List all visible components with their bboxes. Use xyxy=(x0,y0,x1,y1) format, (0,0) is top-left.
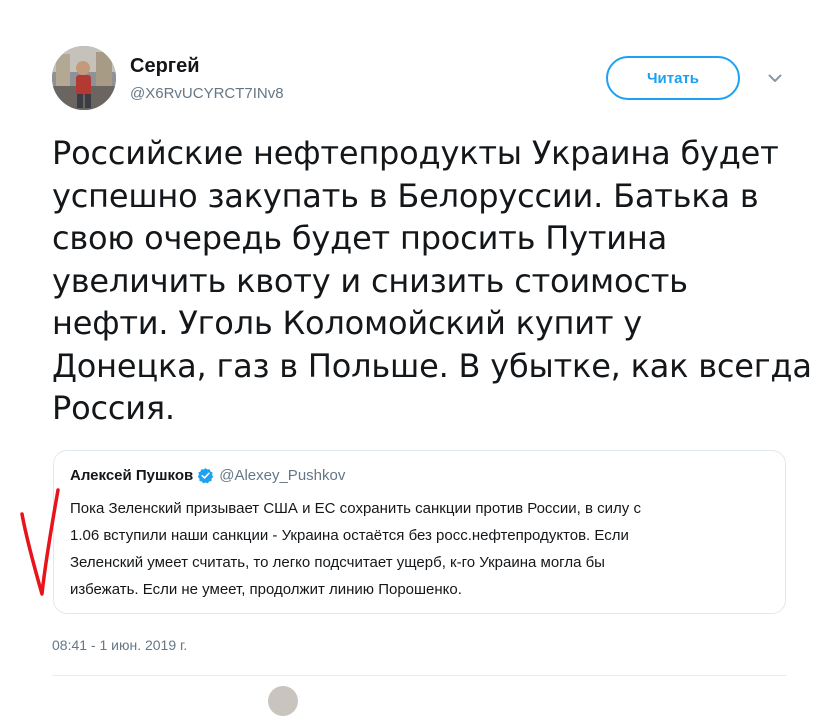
verified-badge-icon xyxy=(197,467,214,484)
reply-avatar[interactable] xyxy=(268,686,298,716)
author-name[interactable]: Сергей xyxy=(130,55,200,78)
tweet-text-line: нефти. Уголь Коломойский купит у xyxy=(52,304,642,342)
follow-button[interactable]: Читать xyxy=(606,56,740,100)
tweet-text-line: успешно закупать в Белоруссии. Батька в xyxy=(52,176,759,215)
quoted-text-line: 1.06 вступили наши санкции - Украина ост… xyxy=(70,527,629,544)
divider xyxy=(52,675,786,676)
tweet-text-line: Донецка, газ в Польше. В убытке, как все… xyxy=(52,346,812,385)
tweet-text-line: увеличить квоту и снизить стоимость xyxy=(52,261,688,300)
tweet-card: Сергей @X6RvUCYRCT7INv8 Читать Российски… xyxy=(0,0,829,716)
quoted-text-line: Зеленский умеет считать, то легко подсчи… xyxy=(70,554,605,571)
quoted-text-line: Пока Зеленский призывает США и ЕС сохран… xyxy=(70,500,641,517)
tweet-text-line: Россия. xyxy=(52,389,175,427)
tweet-text: Российские нефтепродукты Украина будет у… xyxy=(52,132,812,430)
quoted-author-handle: @Alexey_Pushkov xyxy=(219,467,346,484)
quoted-text-line: избежать. Если не умеет, продолжит линию… xyxy=(70,581,462,598)
quoted-tweet-header: Алексей Пушков @Alexey_Pushkov xyxy=(70,467,345,484)
quoted-tweet[interactable]: Алексей Пушков @Alexey_Pushkov Пока Зеле… xyxy=(53,450,786,614)
tweet-text-line: свою очередь будет просить Путина xyxy=(52,219,668,257)
quoted-author-name: Алексей Пушков xyxy=(70,467,194,484)
author-handle[interactable]: @X6RvUCYRCT7INv8 xyxy=(130,85,284,102)
tweet-timestamp[interactable]: 08:41 - 1 июн. 2019 г. xyxy=(52,637,187,653)
author-avatar[interactable] xyxy=(52,46,116,110)
tweet-text-line: Российские нефтепродукты Украина будет xyxy=(52,134,779,172)
quoted-tweet-text: Пока Зеленский призывает США и ЕС сохран… xyxy=(70,495,770,603)
avatar-photo xyxy=(52,46,116,110)
chevron-down-icon[interactable] xyxy=(764,70,786,86)
